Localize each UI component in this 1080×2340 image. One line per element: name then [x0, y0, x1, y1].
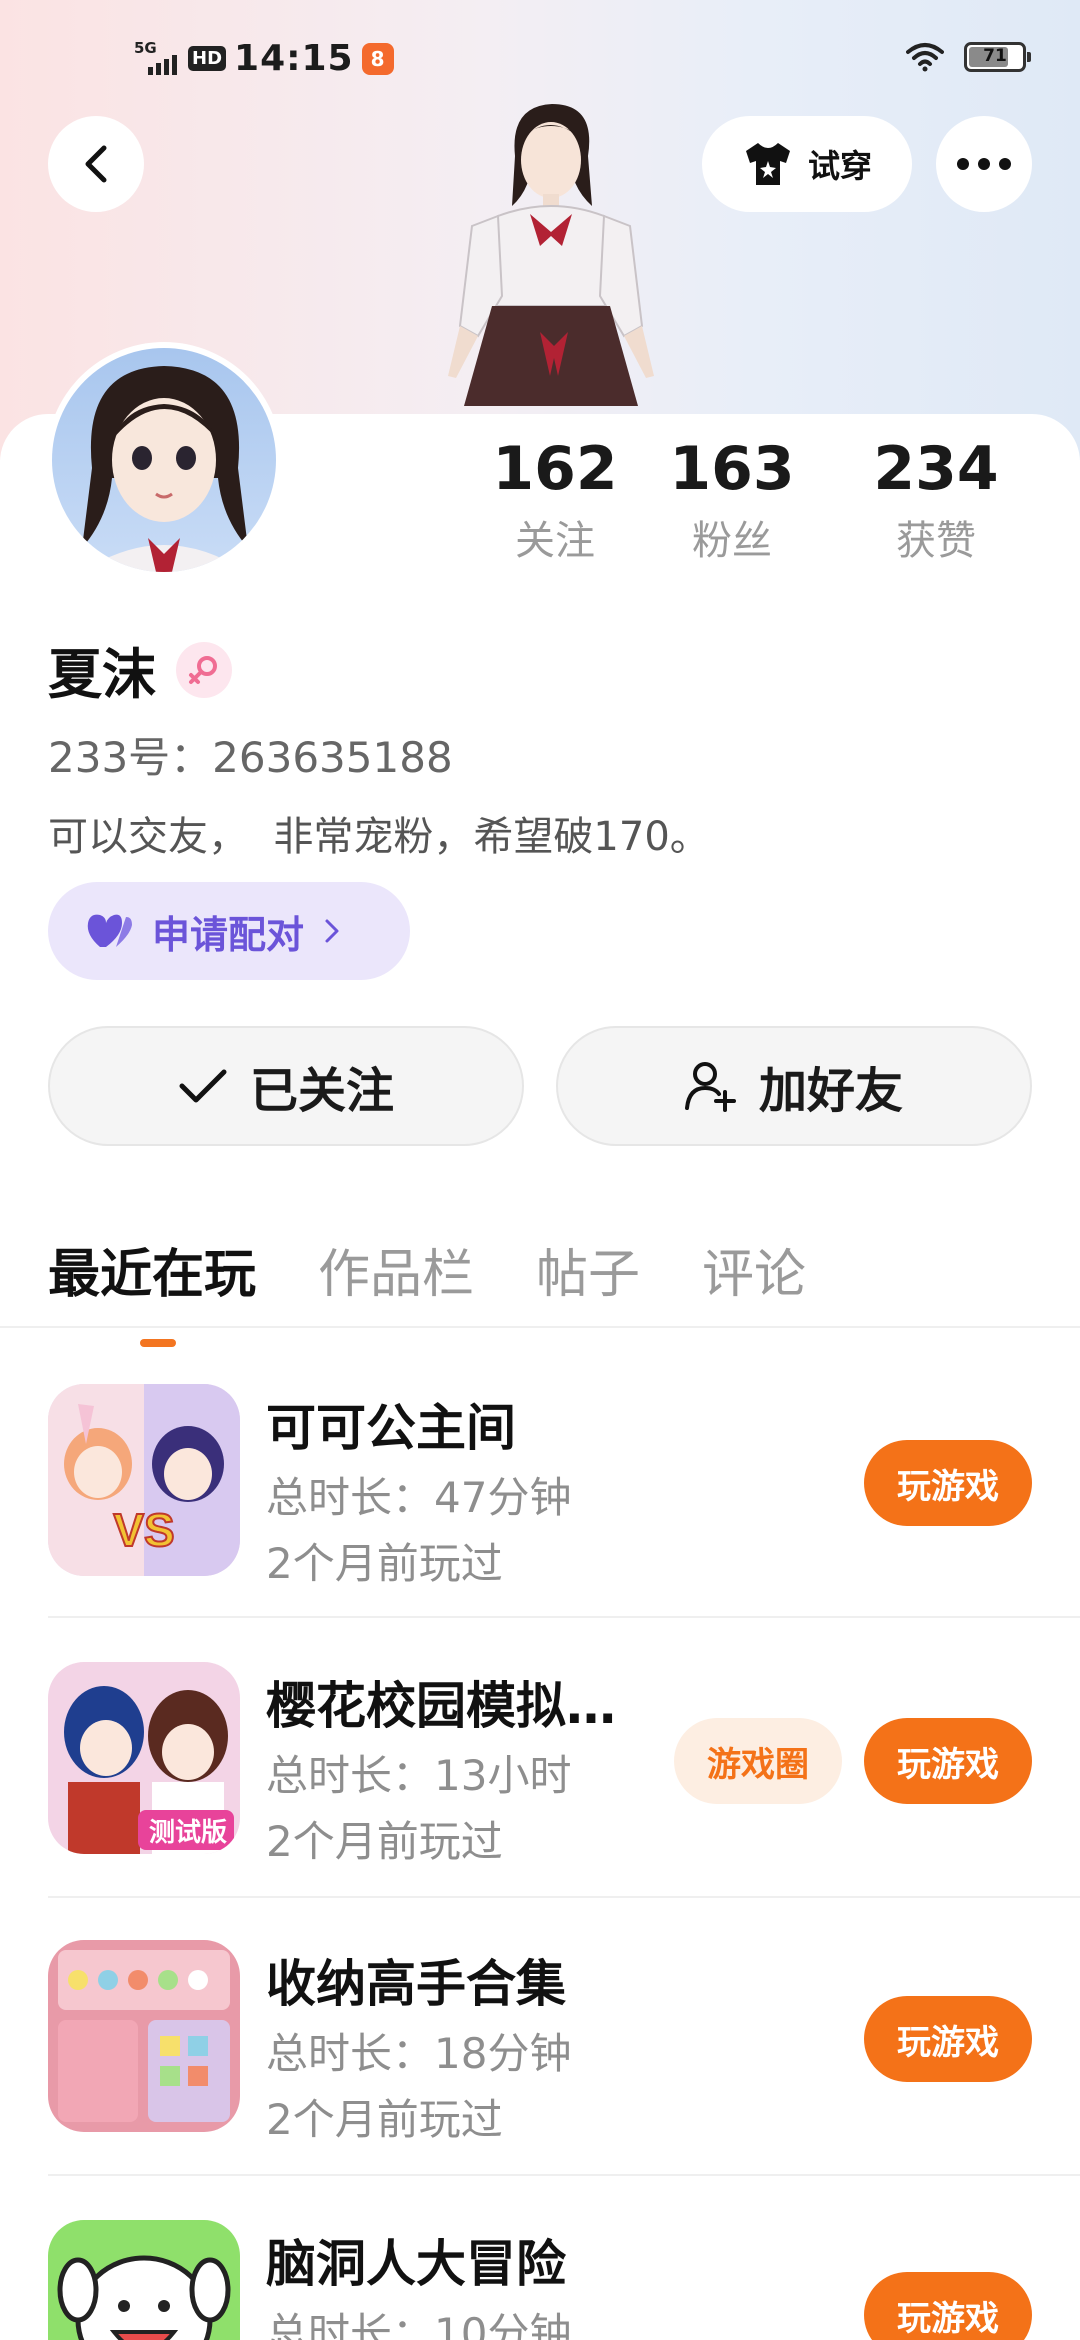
game-icon: [48, 1940, 240, 2132]
request-pair-label: 申请配对: [152, 912, 305, 957]
more-dots-icon: [957, 158, 1011, 170]
game-title: 脑洞人大冒险: [266, 2235, 566, 2293]
stat-value: 162: [492, 434, 618, 504]
back-button[interactable]: [48, 116, 144, 212]
hearts-icon: [87, 914, 132, 947]
game-last-played: 2个月前玩过: [266, 1539, 503, 1588]
divider: [48, 1896, 1080, 1898]
stat-label: 粉丝: [692, 518, 772, 564]
status-bar: 5G HD 14:15 8 71: [0, 30, 1080, 90]
divider: [48, 1616, 1080, 1618]
game-icon: VS: [48, 1384, 240, 1576]
play-game-button[interactable]: 玩游戏: [864, 1718, 1032, 1804]
avatar-3d-figure[interactable]: [420, 96, 680, 416]
game-duration: 总时长：13小时: [266, 1751, 572, 1800]
stat-likes[interactable]: 234 获赞: [834, 436, 1038, 566]
game-list-item[interactable]: VS 可可公主间 总时长：47分钟 2个月前玩过 玩游戏: [48, 1384, 1032, 1588]
chevron-right-icon: [325, 919, 339, 943]
tab-works[interactable]: 作品栏: [318, 1232, 474, 1307]
checkmark-icon: [179, 1069, 227, 1103]
battery-icon: 71: [964, 42, 1031, 72]
play-game-button[interactable]: 玩游戏: [864, 2272, 1032, 2340]
add-friend-button[interactable]: 加好友: [556, 1026, 1032, 1146]
try-on-label: 试穿: [807, 147, 872, 185]
name-row: 夏沫: [48, 630, 232, 709]
hd-badge: HD: [188, 46, 227, 71]
stat-value: 234: [873, 434, 999, 504]
profile-stats: 162 关注 163 粉丝 234 获赞: [480, 436, 1060, 566]
status-time: 14:15: [234, 38, 354, 79]
play-game-button[interactable]: 玩游戏: [864, 1440, 1032, 1526]
add-user-icon: [684, 1062, 736, 1112]
request-pair-button[interactable]: 申请配对: [48, 882, 410, 980]
cellular-signal-icon: 5G: [134, 38, 180, 77]
user-id: 233号：263635188: [48, 733, 453, 782]
network-type: 5G: [134, 38, 157, 57]
battery-level: 71: [983, 46, 1007, 66]
game-list-item[interactable]: 脑洞人大冒险 总时长：10分钟 玩游戏: [48, 2220, 1032, 2340]
avatar-image: [82, 366, 248, 572]
stat-label: 关注: [515, 518, 595, 564]
game-list-item[interactable]: 收纳高手合集 总时长：18分钟 2个月前玩过 玩游戏: [48, 1940, 1032, 2144]
game-icon: [48, 2220, 240, 2340]
tab-recently-played[interactable]: 最近在玩: [48, 1232, 256, 1347]
svg-text:VS: VS: [113, 1504, 174, 1556]
divider: [0, 1326, 1080, 1328]
tab-posts[interactable]: 帖子: [536, 1232, 640, 1307]
stat-followers[interactable]: 163 粉丝: [630, 436, 834, 566]
avatar[interactable]: [46, 342, 282, 578]
profile-name: 夏沫: [48, 643, 156, 706]
stat-label: 获赞: [896, 518, 976, 564]
wifi-icon: [906, 43, 944, 72]
game-duration: 总时长：18分钟: [266, 2029, 572, 2078]
more-options-button[interactable]: [936, 116, 1032, 212]
try-on-button[interactable]: 试穿: [702, 116, 912, 212]
game-icon: 测试版: [48, 1662, 240, 1854]
stat-value: 163: [669, 434, 795, 504]
game-duration: 总时长：47分钟: [266, 1473, 572, 1522]
followed-label: 已关注: [249, 1063, 394, 1119]
stat-following[interactable]: 162 关注: [480, 436, 630, 566]
game-circle-button[interactable]: 游戏圈: [674, 1718, 842, 1804]
app-notification-icon: 8: [361, 42, 394, 75]
game-last-played: 2个月前玩过: [266, 2095, 503, 2144]
game-title: 樱花校园模拟…: [266, 1677, 616, 1735]
game-list-item[interactable]: 测试版 樱花校园模拟… 总时长：13小时 2个月前玩过 游戏圈 玩游戏: [48, 1662, 1032, 1866]
chevron-left-icon: [85, 145, 107, 183]
tab-comments[interactable]: 评论: [702, 1232, 806, 1307]
profile-tabs: 最近在玩 作品栏 帖子 评论: [48, 1232, 806, 1347]
divider: [48, 2174, 1080, 2176]
game-last-played: 2个月前玩过: [266, 1817, 503, 1866]
play-game-button[interactable]: 玩游戏: [864, 1996, 1032, 2082]
test-version-label: 测试版: [148, 1818, 227, 1848]
add-friend-label: 加好友: [758, 1063, 903, 1119]
followed-button[interactable]: 已关注: [48, 1026, 524, 1146]
tshirt-icon: [745, 143, 790, 185]
profile-bio: 可以交友， 非常宠粉，希望破170。: [48, 814, 710, 860]
game-duration: 总时长：10分钟: [266, 2309, 572, 2340]
game-title: 收纳高手合集: [266, 1955, 566, 2013]
female-gender-icon: [176, 641, 232, 698]
game-title: 可可公主间: [266, 1399, 516, 1457]
